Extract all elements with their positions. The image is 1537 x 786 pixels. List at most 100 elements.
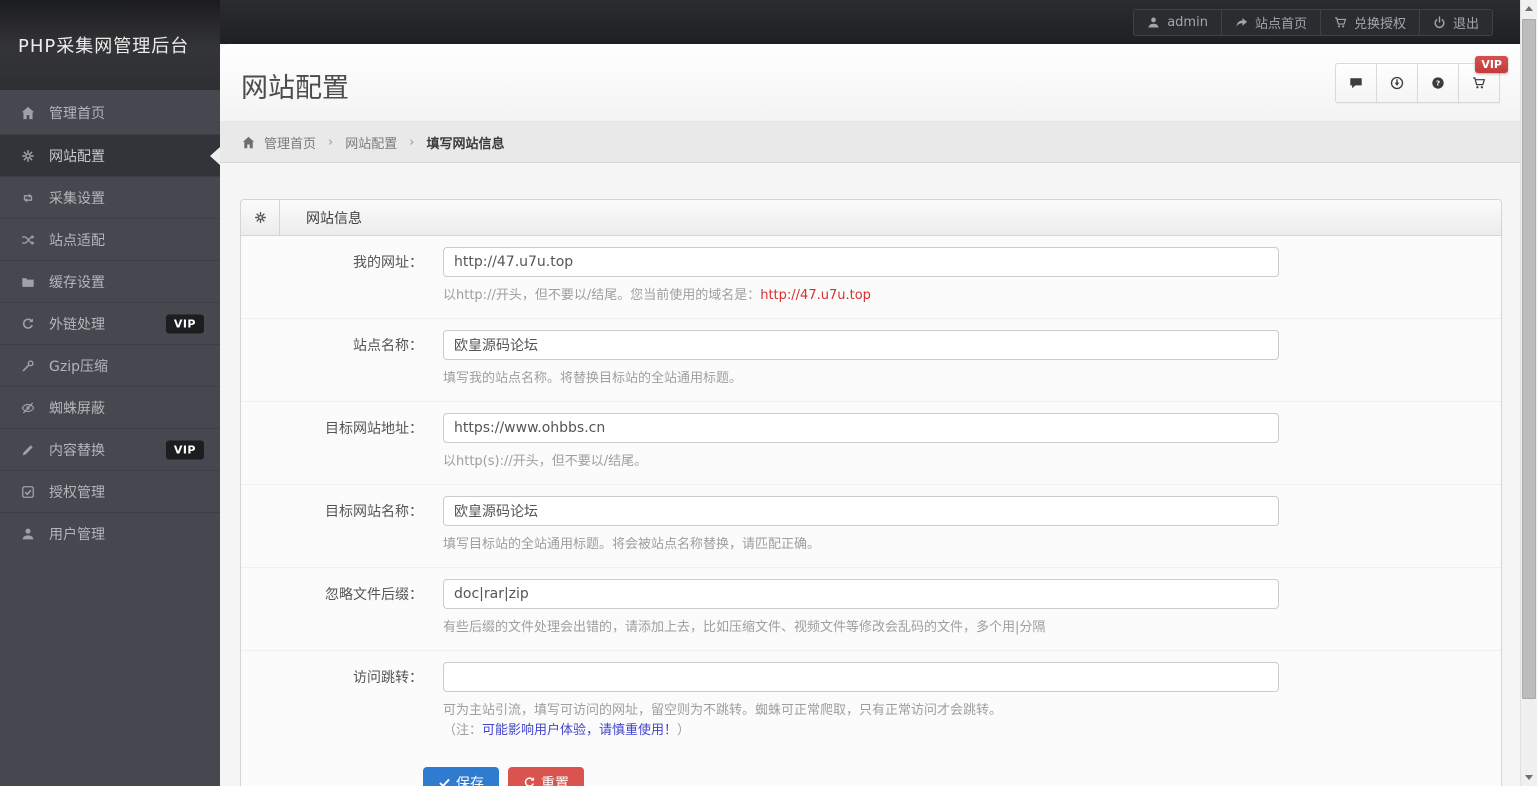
breadcrumb-separator: ›	[409, 134, 415, 150]
sidebar-item-9[interactable]: 授权管理	[0, 470, 220, 512]
share-icon	[1235, 16, 1248, 29]
reset-button[interactable]: 重置	[508, 767, 584, 786]
field-label: 目标网站地址：	[325, 421, 423, 437]
field-help: 以http://开头，但不要以/结尾。您当前使用的域名是：http://47.u…	[443, 288, 871, 303]
home-icon[interactable]	[242, 136, 255, 149]
field-label: 我的网址：	[353, 255, 423, 271]
sidebar-item-label: 网站配置	[49, 148, 105, 165]
panel-title: 网站信息	[306, 210, 362, 227]
sidebar-item-label: 采集设置	[49, 190, 105, 207]
shuffle-icon	[20, 233, 36, 247]
sidebar-item-label: 管理首页	[49, 106, 105, 122]
check-square-icon	[20, 485, 36, 499]
sidebar-item-2[interactable]: 采集设置	[0, 176, 220, 218]
sidebar-item-0[interactable]: 管理首页	[0, 92, 220, 134]
sidebar-item-label: 内容替换	[49, 442, 105, 459]
check-icon	[438, 776, 451, 786]
vip-badge: VIP	[165, 440, 204, 459]
page-title: 网站配置	[241, 73, 349, 104]
sidebar-item-4[interactable]: 缓存设置	[0, 260, 220, 302]
form-row: 访问跳转： 可为主站引流，填写可访问的网址，留空则为不跳转。蜘蛛可正常爬取，只有…	[241, 651, 1501, 753]
topnav-item[interactable]: 兑换授权	[1319, 8, 1420, 36]
form-row: 忽略文件后缀： 有些后缀的文件处理会出错的，请添加上去，比如压缩文件、视频文件等…	[241, 568, 1501, 651]
breadcrumb-item-1[interactable]: 网站配置	[345, 133, 397, 152]
panel-header: 网站信息	[241, 200, 1501, 236]
topnav-item-label: 站点首页	[1254, 16, 1307, 32]
download-button[interactable]	[1376, 63, 1418, 103]
form-row: 我的网址： 以http://开头，但不要以/结尾。您当前使用的域名是：http:…	[241, 236, 1501, 319]
main-body: 网站信息 我的网址： 以http://开头，但不要以/结尾。您当前使用的域名是：…	[220, 163, 1520, 786]
sidebar-item-5[interactable]: 外链处理 VIP	[0, 302, 220, 344]
sidebar-menu: 管理首页 网站配置 采集设置 站点适配 缓存设置 外链处理 VIP Gzip压缩…	[0, 92, 220, 554]
sidebar-item-6[interactable]: Gzip压缩	[0, 344, 220, 386]
field-input-0[interactable]	[443, 247, 1279, 277]
warning-note-link[interactable]: 可能影响用户体验，请慎重使用！	[482, 723, 677, 738]
topnav: admin 站点首页 兑换授权 退出	[1133, 8, 1493, 36]
field-label: 访问跳转：	[353, 670, 423, 686]
sidebar-item-1[interactable]: 网站配置	[0, 134, 220, 176]
field-input-4[interactable]	[443, 579, 1279, 609]
gear-icon	[20, 149, 36, 163]
field-input-3[interactable]	[443, 496, 1279, 526]
field-label: 站点名称：	[353, 338, 423, 354]
folder-icon	[20, 275, 36, 289]
field-label: 忽略文件后缀：	[325, 587, 423, 603]
topnav-item-label: 兑换授权	[1353, 16, 1406, 32]
form-row: 目标网站名称： 填写目标站的全站通用标题。将会被站点名称替换，请匹配正确。	[241, 485, 1501, 568]
topnav-item-label: admin	[1167, 14, 1208, 30]
app-logo: PHP采集网管理后台	[18, 36, 190, 57]
user-icon	[1147, 16, 1160, 29]
field-input-1[interactable]	[443, 330, 1279, 360]
sidebar-item-label: 外链处理	[49, 316, 105, 333]
question-icon	[1431, 76, 1445, 90]
sidebar-item-7[interactable]: 蜘蛛屏蔽	[0, 386, 220, 428]
field-help: 有些后缀的文件处理会出错的，请添加上去，比如压缩文件、视频文件等修改会乱码的文件…	[443, 620, 1046, 635]
sidebar-item-label: 缓存设置	[49, 274, 105, 291]
breadcrumb-separator: ›	[328, 134, 334, 150]
sidebar-header: PHP采集网管理后台	[0, 0, 220, 90]
content-area: 网站配置 VIP 管理首页 › 网站配置 › 填写网站信息 网站信息 我的网址： 以ht…	[220, 44, 1520, 786]
sidebar: PHP采集网管理后台 管理首页 网站配置 采集设置 站点适配 缓存设置 外链处理…	[0, 0, 220, 786]
sidebar-item-8[interactable]: 内容替换 VIP	[0, 428, 220, 470]
topnav-item[interactable]: admin	[1133, 8, 1222, 36]
question-button[interactable]	[1417, 63, 1459, 103]
field-help: 以http(s)://开头，但不要以/结尾。	[443, 454, 648, 469]
sidebar-item-label: 站点适配	[49, 232, 105, 249]
power-icon	[1433, 16, 1446, 29]
field-input-5[interactable]	[443, 662, 1279, 692]
sidebar-item-label: Gzip压缩	[49, 358, 108, 375]
download-icon	[1390, 76, 1404, 90]
save-button[interactable]: 保存	[423, 767, 499, 786]
sidebar-item-3[interactable]: 站点适配	[0, 218, 220, 260]
comment-icon	[1349, 76, 1363, 90]
home-icon	[20, 106, 36, 120]
scrollbar-thumb[interactable]	[1522, 19, 1536, 699]
sidebar-item-label: 授权管理	[49, 484, 105, 501]
pencil-icon	[20, 443, 36, 457]
breadcrumb-item-0[interactable]: 管理首页	[264, 133, 316, 152]
user-icon	[20, 527, 36, 541]
refresh-icon	[523, 776, 536, 786]
field-help: 填写目标站的全站通用标题。将会被站点名称替换，请匹配正确。	[443, 537, 821, 552]
field-help: 填写我的站点名称。将替换目标站的全站通用标题。	[443, 371, 743, 386]
scrollbar[interactable]	[1520, 0, 1537, 786]
scroll-up-button[interactable]	[1521, 0, 1537, 17]
sidebar-item-label: 用户管理	[49, 526, 105, 543]
comment-button[interactable]	[1335, 63, 1377, 103]
panel-body: 我的网址： 以http://开头，但不要以/结尾。您当前使用的域名是：http:…	[241, 236, 1501, 786]
topnav-item[interactable]: 站点首页	[1220, 8, 1321, 36]
vip-badge: VIP	[1475, 56, 1508, 73]
form-row: 站点名称： 填写我的站点名称。将替换目标站的全站通用标题。	[241, 319, 1501, 402]
refresh-icon	[20, 317, 36, 331]
scroll-down-button[interactable]	[1521, 769, 1537, 786]
gear-icon	[241, 200, 280, 235]
cart-icon	[1334, 16, 1347, 29]
field-help: 可为主站引流，填写可访问的网址，留空则为不跳转。蜘蛛可正常爬取，只有正常访问才会…	[443, 703, 1003, 738]
site-info-panel: 网站信息 我的网址： 以http://开头，但不要以/结尾。您当前使用的域名是：…	[240, 199, 1502, 786]
sidebar-item-10[interactable]: 用户管理	[0, 512, 220, 554]
sidebar-item-label: 蜘蛛屏蔽	[49, 400, 105, 417]
field-input-2[interactable]	[443, 413, 1279, 443]
header-toolbar: VIP	[1335, 56, 1508, 103]
field-label: 目标网站名称：	[325, 504, 423, 520]
topnav-item[interactable]: 退出	[1418, 8, 1493, 36]
